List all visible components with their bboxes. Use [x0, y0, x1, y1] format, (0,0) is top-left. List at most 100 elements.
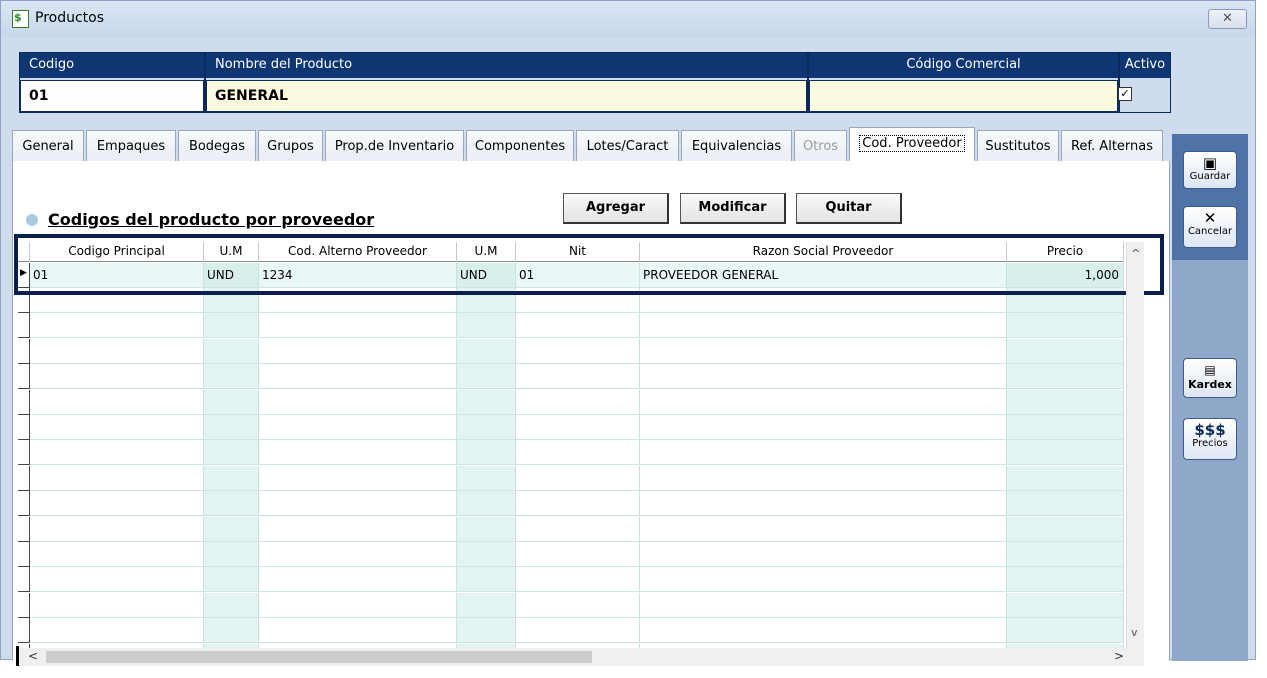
kardex-button[interactable]: ▤ Kardex [1183, 358, 1237, 398]
horizontal-scrollbar[interactable]: < > [18, 648, 1144, 666]
tab-ref-alternas[interactable]: Ref. Alternas [1061, 130, 1163, 162]
horizontal-scroll-thumb[interactable] [46, 651, 592, 663]
empty-cell[interactable] [516, 338, 640, 364]
scroll-right-icon[interactable]: > [1114, 649, 1124, 663]
cancelar-button[interactable]: ✕ Cancelar [1183, 206, 1237, 248]
empty-cell[interactable] [516, 389, 640, 415]
empty-cell[interactable] [259, 516, 457, 542]
empty-cell[interactable] [30, 313, 204, 339]
empty-cell[interactable] [30, 338, 204, 364]
empty-cell[interactable] [204, 415, 259, 440]
empty-cell[interactable] [457, 618, 516, 644]
empty-cell[interactable] [516, 491, 640, 517]
empty-cell[interactable] [30, 389, 204, 415]
empty-cell[interactable] [30, 592, 204, 618]
tab-cod-proveedor[interactable]: Cod. Proveedor [849, 127, 975, 162]
empty-cell[interactable] [1007, 364, 1124, 390]
empty-cell[interactable] [640, 592, 1007, 618]
empty-cell[interactable] [640, 364, 1007, 390]
empty-cell[interactable] [204, 618, 259, 644]
empty-cell[interactable] [259, 465, 457, 491]
activo-checkbox[interactable]: ✓ [1118, 87, 1132, 101]
precios-button[interactable]: $$$ Precios [1183, 418, 1237, 460]
empty-cell[interactable] [204, 491, 259, 517]
empty-row[interactable] [18, 415, 1124, 440]
empty-cell[interactable] [30, 618, 204, 644]
empty-cell[interactable] [204, 389, 259, 415]
empty-cell[interactable] [259, 618, 457, 644]
empty-cell[interactable] [516, 465, 640, 491]
empty-cell[interactable] [259, 440, 457, 466]
empty-row[interactable] [18, 516, 1124, 542]
empty-cell[interactable] [640, 338, 1007, 364]
empty-cell[interactable] [259, 364, 457, 390]
empty-cell[interactable] [516, 313, 640, 339]
empty-cell[interactable] [457, 592, 516, 618]
empty-cell[interactable] [1007, 389, 1124, 415]
tab-bodegas[interactable]: Bodegas [178, 130, 256, 162]
empty-cell[interactable] [640, 465, 1007, 491]
empty-cell[interactable] [30, 364, 204, 390]
scroll-down-icon[interactable]: v [1131, 626, 1138, 639]
tab-componentes[interactable]: Componentes [466, 130, 574, 162]
empty-cell[interactable] [640, 440, 1007, 466]
empty-row[interactable] [18, 364, 1124, 390]
empty-cell[interactable] [204, 465, 259, 491]
empty-cell[interactable] [640, 415, 1007, 440]
agregar-button[interactable]: Agregar [563, 193, 669, 224]
tab-grupos[interactable]: Grupos [258, 130, 323, 162]
empty-row[interactable] [18, 618, 1124, 644]
empty-row[interactable] [18, 313, 1124, 339]
empty-cell[interactable] [259, 542, 457, 567]
empty-cell[interactable] [30, 542, 204, 567]
empty-cell[interactable] [259, 313, 457, 339]
empty-cell[interactable] [259, 491, 457, 517]
empty-cell[interactable] [640, 516, 1007, 542]
codigo-input[interactable]: 01 [20, 80, 204, 112]
empty-cell[interactable] [204, 567, 259, 593]
empty-cell[interactable] [1007, 440, 1124, 466]
empty-cell[interactable] [516, 567, 640, 593]
empty-cell[interactable] [457, 338, 516, 364]
empty-cell[interactable] [204, 313, 259, 339]
tab-equivalencias[interactable]: Equivalencias [681, 130, 792, 162]
close-button[interactable]: ✕ [1208, 9, 1247, 29]
empty-cell[interactable] [516, 364, 640, 390]
empty-cell[interactable] [516, 516, 640, 542]
empty-cell[interactable] [457, 440, 516, 466]
empty-cell[interactable] [457, 313, 516, 339]
empty-cell[interactable] [259, 415, 457, 440]
empty-cell[interactable] [457, 516, 516, 542]
empty-cell[interactable] [204, 364, 259, 390]
empty-cell[interactable] [457, 389, 516, 415]
empty-row[interactable] [18, 440, 1124, 466]
empty-cell[interactable] [30, 516, 204, 542]
empty-cell[interactable] [204, 592, 259, 618]
empty-row[interactable] [18, 465, 1124, 491]
empty-cell[interactable] [1007, 338, 1124, 364]
empty-cell[interactable] [1007, 516, 1124, 542]
empty-cell[interactable] [640, 491, 1007, 517]
empty-cell[interactable] [204, 542, 259, 567]
modificar-button[interactable]: Modificar [680, 193, 786, 224]
empty-cell[interactable] [1007, 567, 1124, 593]
empty-cell[interactable] [516, 415, 640, 440]
empty-cell[interactable] [30, 567, 204, 593]
empty-cell[interactable] [516, 542, 640, 567]
empty-row[interactable] [18, 592, 1124, 618]
comercial-input[interactable] [809, 80, 1118, 112]
empty-cell[interactable] [30, 465, 204, 491]
scroll-left-icon[interactable]: < [28, 649, 38, 663]
empty-cell[interactable] [259, 389, 457, 415]
empty-cell[interactable] [457, 415, 516, 440]
empty-cell[interactable] [1007, 592, 1124, 618]
empty-cell[interactable] [1007, 542, 1124, 567]
empty-cell[interactable] [640, 313, 1007, 339]
empty-row[interactable] [18, 542, 1124, 567]
empty-cell[interactable] [204, 338, 259, 364]
empty-cell[interactable] [1007, 465, 1124, 491]
empty-cell[interactable] [640, 542, 1007, 567]
empty-cell[interactable] [259, 338, 457, 364]
empty-cell[interactable] [640, 389, 1007, 415]
empty-cell[interactable] [457, 567, 516, 593]
